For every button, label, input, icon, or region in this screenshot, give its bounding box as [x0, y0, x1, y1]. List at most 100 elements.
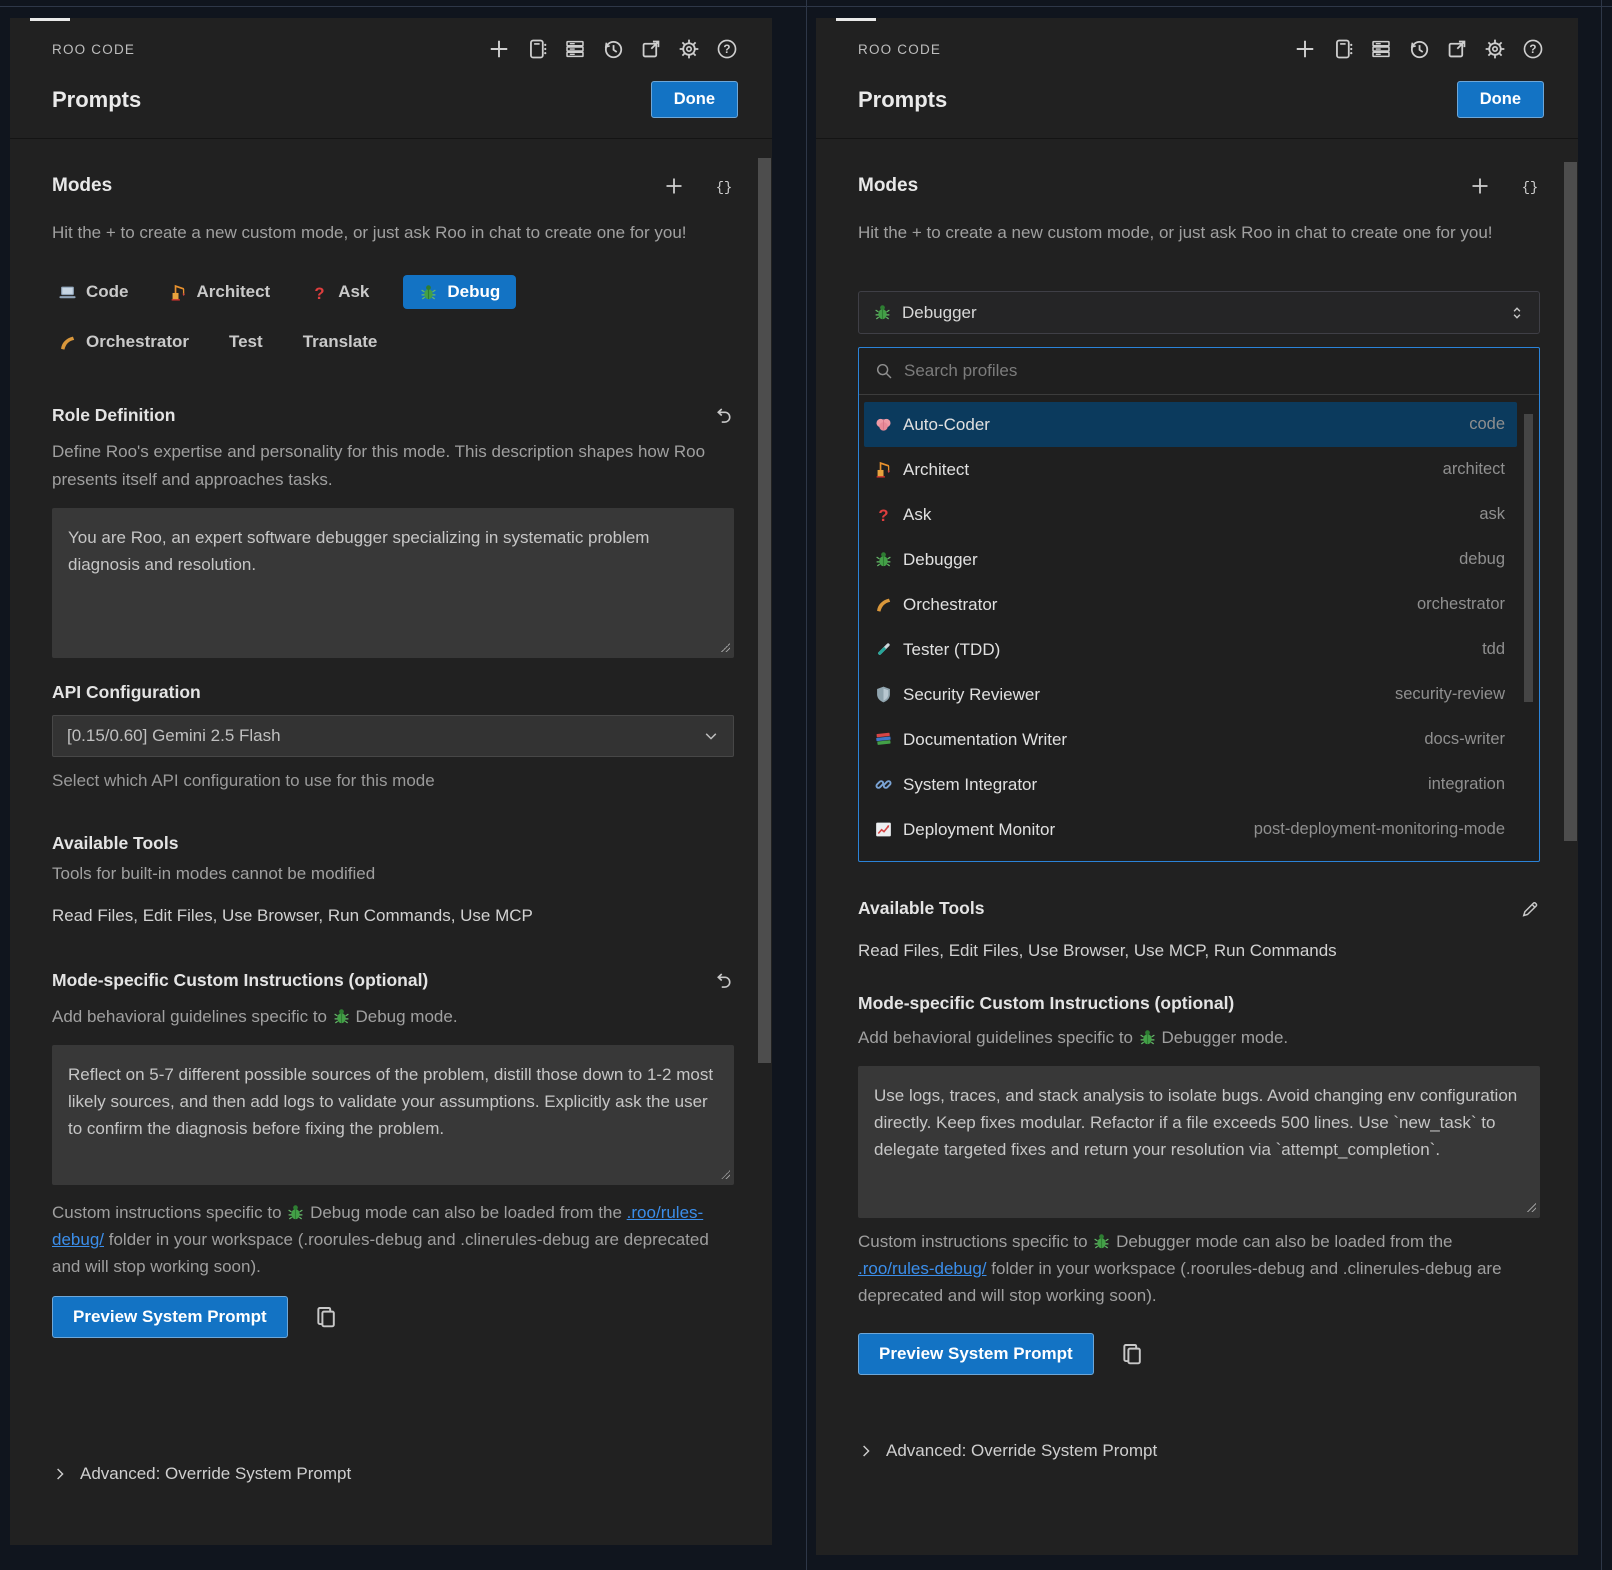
profile-name: Ask — [903, 505, 931, 525]
mode-tab-ask[interactable]: ? Ask — [304, 275, 375, 309]
help-icon[interactable]: ? — [716, 38, 738, 60]
crane-icon — [874, 460, 893, 479]
mode-tab-translate[interactable]: Translate — [297, 325, 384, 359]
advanced-override-toggle[interactable]: Advanced: Override System Prompt — [858, 1441, 1540, 1461]
history-icon[interactable] — [1408, 38, 1430, 60]
custom-instructions-description: Add behavioral guidelines specific to De… — [858, 1024, 1518, 1052]
profile-slug: integration — [1428, 775, 1505, 794]
pencil-icon[interactable] — [1520, 899, 1540, 919]
svg-text:{}: {} — [1522, 180, 1539, 196]
boomerang-icon — [874, 595, 893, 614]
profile-option-tdd[interactable]: Tester (TDD)tdd — [864, 627, 1517, 672]
prompts-content: Modes {} Hit the + to create a new custo… — [10, 139, 772, 1484]
edit-modes-json-icon[interactable]: {} — [714, 176, 734, 196]
dropdown-scrollbar-thumb[interactable] — [1524, 414, 1533, 702]
undo-icon[interactable] — [714, 971, 734, 991]
plus-icon[interactable] — [488, 38, 510, 60]
gear-icon[interactable] — [678, 38, 700, 60]
profile-option-orchestrator[interactable]: Orchestratororchestrator — [864, 582, 1517, 627]
preview-system-prompt-button[interactable]: Preview System Prompt — [52, 1296, 288, 1338]
bug-icon — [332, 1007, 351, 1026]
add-mode-icon[interactable] — [1470, 176, 1490, 196]
help-icon[interactable]: ? — [1522, 38, 1544, 60]
notebook-icon[interactable] — [1332, 38, 1354, 60]
api-configuration-select[interactable]: [0.15/0.60] Gemini 2.5 Flash — [52, 715, 734, 757]
crane-icon — [169, 283, 188, 302]
plus-icon[interactable] — [1294, 38, 1316, 60]
chart-icon — [874, 820, 893, 839]
open-external-icon[interactable] — [1446, 38, 1468, 60]
advanced-override-toggle[interactable]: Advanced: Override System Prompt — [52, 1464, 734, 1484]
profile-dropdown: Auto-CodercodeArchitectarchitect?AskaskD… — [858, 347, 1540, 862]
done-button[interactable]: Done — [651, 81, 738, 118]
profile-name: Deployment Monitor — [903, 820, 1055, 840]
mode-tab-label: Ask — [338, 282, 369, 302]
profile-slug: tdd — [1482, 640, 1505, 659]
profile-option-security-review[interactable]: Security Reviewersecurity-review — [864, 672, 1517, 717]
rules-folder-link[interactable]: .roo/rules-debug/ — [858, 1259, 987, 1278]
profile-slug: docs-writer — [1424, 730, 1505, 749]
profile-option-docs-writer[interactable]: Documentation Writerdocs-writer — [864, 717, 1517, 762]
profile-slug: ask — [1479, 505, 1505, 524]
updown-icon — [1509, 305, 1525, 321]
mode-tab-orchestrator[interactable]: Orchestrator — [52, 325, 195, 359]
preview-system-prompt-button[interactable]: Preview System Prompt — [858, 1333, 1094, 1375]
mode-tab-list: Code Architect? Ask Debug Orchestrator Test Tr… — [52, 275, 652, 359]
prompts-content: Modes {} Hit the + to create a new custo… — [816, 139, 1578, 1461]
custom-instructions-description: Add behavioral guidelines specific to De… — [52, 1003, 712, 1031]
copy-icon[interactable] — [1120, 1342, 1144, 1366]
scrollbar-thumb[interactable] — [758, 158, 771, 1063]
link-icon — [874, 775, 893, 794]
profile-slug: security-review — [1395, 685, 1505, 704]
available-tools-list: Read Files, Edit Files, Use Browser, Run… — [52, 906, 734, 926]
mode-tab-test[interactable]: Test — [223, 325, 269, 359]
mode-tab-label: Test — [229, 332, 263, 352]
mode-tab-architect[interactable]: Architect — [163, 275, 277, 309]
profile-name: Auto-Coder — [903, 415, 990, 435]
profile-slug: code — [1469, 415, 1505, 434]
mode-tab-code[interactable]: Code — [52, 275, 135, 309]
edit-modes-json-icon[interactable]: {} — [1520, 176, 1540, 196]
profile-option-architect[interactable]: Architectarchitect — [864, 447, 1517, 492]
profile-slug: post-deployment-monitoring-mode — [1254, 820, 1505, 839]
custom-instructions-textarea[interactable]: Use logs, traces, and stack analysis to … — [858, 1066, 1540, 1218]
profile-option-integration[interactable]: System Integrator integration — [864, 762, 1517, 807]
scrollbar-thumb[interactable] — [1564, 162, 1577, 841]
mode-tab-label: Architect — [197, 282, 271, 302]
server-icon[interactable] — [1370, 38, 1392, 60]
svg-text:?: ? — [315, 283, 325, 301]
undo-icon[interactable] — [714, 406, 734, 426]
modes-title: Modes — [858, 175, 918, 197]
books-icon — [874, 730, 893, 749]
custom-instructions-textarea[interactable]: Reflect on 5-7 different possible source… — [52, 1045, 734, 1185]
gear-icon[interactable] — [1484, 38, 1506, 60]
profile-option-code[interactable]: Auto-Coder code — [864, 402, 1517, 447]
mode-select-value: Debugger — [902, 303, 977, 323]
shield-icon — [874, 685, 893, 704]
modes-intro: Hit the + to create a new custom mode, o… — [858, 219, 1518, 247]
mode-tab-debug[interactable]: Debug — [403, 275, 516, 309]
notebook-icon[interactable] — [526, 38, 548, 60]
role-definition-textarea[interactable]: You are Roo, an expert software debugger… — [52, 508, 734, 658]
profile-option-post-deployment-monitoring-mode[interactable]: Deployment Monitor post-deployment-monito… — [864, 807, 1517, 852]
profile-name: System Integrator — [903, 775, 1037, 795]
profile-option-debug[interactable]: Debuggerdebug — [864, 537, 1517, 582]
mode-tab-label: Debug — [447, 282, 500, 302]
available-tools-title: Available Tools — [858, 898, 984, 919]
bug-icon — [419, 283, 438, 302]
rules-folder-note: Custom instructions specific to Debugger… — [858, 1228, 1528, 1309]
server-icon[interactable] — [564, 38, 586, 60]
bug-icon — [874, 550, 893, 569]
copy-icon[interactable] — [314, 1305, 338, 1329]
extension-header: ROO CODE ? Prompts Done — [816, 18, 1578, 138]
open-external-icon[interactable] — [640, 38, 662, 60]
mode-select[interactable]: Debugger — [858, 291, 1540, 334]
svg-text:?: ? — [723, 43, 730, 56]
panel-right: ROO CODE ? Prompts Done Modes {} Hit the… — [816, 18, 1578, 1555]
profile-option-ask[interactable]: ?Askask — [864, 492, 1517, 537]
history-icon[interactable] — [602, 38, 624, 60]
mode-tab-label: Orchestrator — [86, 332, 189, 352]
done-button[interactable]: Done — [1457, 81, 1544, 118]
profile-search-input[interactable] — [904, 361, 1455, 381]
add-mode-icon[interactable] — [664, 176, 684, 196]
